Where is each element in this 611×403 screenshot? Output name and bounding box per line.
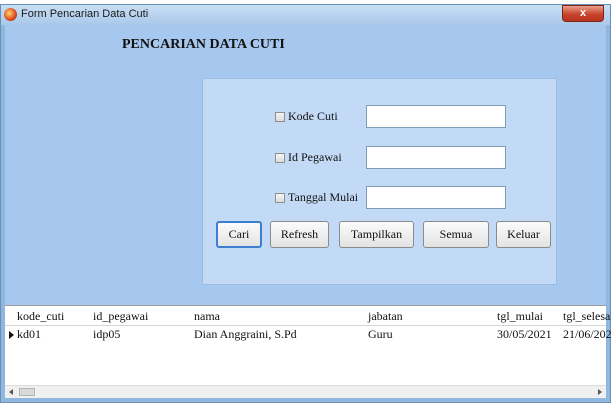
filter-tanggal-mulai[interactable]: Tanggal Mulai bbox=[275, 190, 358, 205]
id-pegawai-label: Id Pegawai bbox=[288, 150, 342, 164]
cell-tgl-selesai[interactable]: 21/06/202 bbox=[563, 327, 611, 342]
cell-nama[interactable]: Dian Anggraini, S.Pd bbox=[194, 327, 297, 342]
cari-button[interactable]: Cari bbox=[216, 221, 262, 248]
tampilkan-button[interactable]: Tampilkan bbox=[339, 221, 414, 248]
window-title: Form Pencarian Data Cuti bbox=[21, 8, 149, 20]
cell-id-pegawai[interactable]: idp05 bbox=[93, 327, 120, 342]
kode-cuti-input[interactable] bbox=[366, 105, 506, 128]
filter-kode-cuti[interactable]: Kode Cuti bbox=[275, 109, 338, 124]
cell-kode-cuti[interactable]: kd01 bbox=[17, 327, 41, 342]
title-bar[interactable]: Form Pencarian Data Cuti x bbox=[1, 5, 610, 25]
form-heading: PENCARIAN DATA CUTI bbox=[122, 37, 285, 52]
column-header-jabatan[interactable]: jabatan bbox=[368, 309, 403, 324]
column-header-id-pegawai[interactable]: id_pegawai bbox=[93, 309, 148, 324]
tanggal-mulai-label: Tanggal Mulai bbox=[288, 190, 359, 204]
scroll-thumb[interactable] bbox=[19, 388, 35, 396]
cell-tgl-mulai[interactable]: 30/05/2021 bbox=[497, 327, 552, 342]
search-panel: Kode Cuti Id Pegawai Tanggal Mulai Cari … bbox=[202, 78, 557, 285]
column-header-tgl-mulai[interactable]: tgl_mulai bbox=[497, 309, 543, 324]
kode-cuti-checkbox[interactable] bbox=[275, 111, 285, 122]
scroll-right-icon[interactable] bbox=[598, 389, 602, 395]
cell-jabatan[interactable]: Guru bbox=[368, 327, 393, 342]
semua-button[interactable]: Semua bbox=[423, 221, 489, 248]
column-header-nama[interactable]: nama bbox=[194, 309, 220, 324]
keluar-button[interactable]: Keluar bbox=[496, 221, 551, 248]
data-grid[interactable]: kode_cuti id_pegawai nama jabatan tgl_mu… bbox=[5, 305, 611, 398]
grid-header: kode_cuti id_pegawai nama jabatan tgl_mu… bbox=[5, 306, 611, 326]
id-pegawai-checkbox[interactable] bbox=[275, 152, 285, 163]
column-header-kode-cuti[interactable]: kode_cuti bbox=[17, 309, 64, 324]
table-row[interactable]: kd01 idp05 Dian Anggraini, S.Pd Guru 30/… bbox=[5, 325, 611, 344]
client-area: PENCARIAN DATA CUTI Kode Cuti Id Pegawai… bbox=[5, 25, 611, 398]
app-icon bbox=[4, 8, 17, 21]
column-header-tgl-selesai[interactable]: tgl_selesai bbox=[563, 309, 611, 324]
id-pegawai-input[interactable] bbox=[366, 146, 506, 169]
current-row-indicator-icon bbox=[9, 331, 14, 339]
horizontal-scrollbar[interactable] bbox=[5, 385, 606, 398]
form-window: Form Pencarian Data Cuti x PENCARIAN DAT… bbox=[0, 4, 611, 403]
refresh-button[interactable]: Refresh bbox=[270, 221, 329, 248]
tanggal-mulai-input[interactable] bbox=[366, 186, 506, 209]
scroll-left-icon[interactable] bbox=[9, 389, 13, 395]
tanggal-mulai-checkbox[interactable] bbox=[275, 192, 285, 203]
filter-id-pegawai[interactable]: Id Pegawai bbox=[275, 150, 342, 165]
close-button[interactable]: x bbox=[562, 5, 604, 22]
kode-cuti-label: Kode Cuti bbox=[288, 109, 338, 123]
